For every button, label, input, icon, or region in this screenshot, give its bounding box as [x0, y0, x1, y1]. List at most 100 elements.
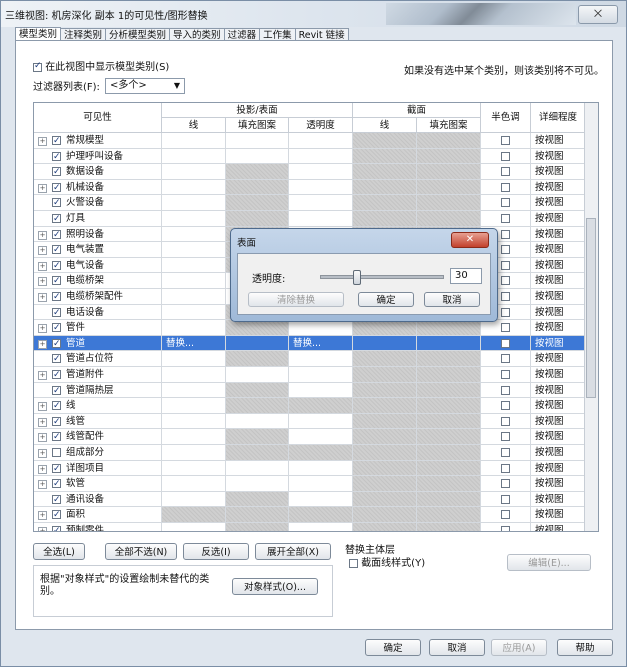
table-row[interactable]: 管道占位符 按视图 [34, 351, 586, 367]
category-checkbox[interactable] [52, 259, 61, 274]
cell-line[interactable] [162, 367, 226, 383]
cell-cutline[interactable] [353, 335, 417, 352]
cell-line[interactable] [162, 382, 226, 399]
table-row[interactable]: + 管道 替换... 替换... 按视图 [34, 335, 586, 352]
cell-cutline[interactable] [353, 476, 417, 492]
cancel-button[interactable]: 取消 [429, 639, 485, 656]
category-name-cell[interactable]: + 线管配件 [34, 429, 162, 445]
category-checkbox[interactable] [52, 212, 61, 227]
select-all-button[interactable]: 全选(L) [33, 543, 85, 560]
cell-cutline[interactable] [353, 507, 417, 523]
cell-trans[interactable] [289, 164, 353, 180]
detail-level-cell[interactable]: 按视图 [531, 445, 586, 461]
scrollbar-thumb[interactable] [586, 218, 596, 398]
cell-cutfill[interactable] [417, 429, 481, 445]
halftone-checkbox[interactable] [501, 167, 510, 177]
cell-trans[interactable] [289, 491, 353, 508]
category-name-cell[interactable]: + 电气设备 [34, 257, 162, 274]
cell-trans[interactable] [289, 398, 353, 414]
halftone-checkbox[interactable] [501, 323, 510, 333]
category-name-cell[interactable]: + 面积 [34, 507, 162, 523]
ok-button[interactable]: 确定 [365, 639, 421, 656]
dialog-ok-button[interactable]: 确定 [358, 292, 414, 307]
cell-line[interactable] [162, 195, 226, 211]
cell-trans[interactable] [289, 179, 353, 196]
halftone-checkbox[interactable] [501, 182, 510, 192]
table-row[interactable]: + 管件 按视图 [34, 320, 586, 336]
expand-icon[interactable]: + [38, 230, 47, 240]
cell-line[interactable] [162, 211, 226, 227]
filter-select[interactable]: <多个> ▼ [105, 78, 185, 94]
table-row[interactable]: + 组成部分 按视图 [34, 445, 586, 461]
category-checkbox[interactable] [52, 508, 61, 523]
cell-cutline[interactable] [353, 367, 417, 383]
cell-fill[interactable] [226, 335, 289, 352]
category-name-cell[interactable]: + 管件 [34, 320, 162, 336]
category-checkbox[interactable] [52, 228, 61, 243]
transparency-slider-thumb[interactable] [352, 270, 361, 285]
table-row[interactable]: + 面积 按视图 [34, 507, 586, 523]
cell-fill[interactable] [226, 148, 289, 165]
detail-level-cell[interactable]: 按视图 [531, 491, 586, 508]
detail-level-cell[interactable]: 按视图 [531, 429, 586, 445]
cell-half[interactable] [481, 445, 531, 461]
cell-fill[interactable] [226, 429, 289, 445]
cell-line[interactable] [162, 257, 226, 274]
cell-half[interactable] [481, 491, 531, 508]
expand-all-button[interactable]: 展开全部(X) [255, 543, 331, 560]
cell-line[interactable] [162, 523, 226, 531]
show-categories-option[interactable]: 在此视图中显示模型类别(S) [33, 58, 169, 73]
category-name-cell[interactable]: + 线管 [34, 413, 162, 430]
cell-trans[interactable] [289, 148, 353, 165]
detail-level-cell[interactable]: 按视图 [531, 367, 586, 383]
detail-level-cell[interactable]: 按视图 [531, 460, 586, 477]
close-icon[interactable]: ✕ [451, 232, 489, 248]
detail-level-cell[interactable]: 按视图 [531, 335, 586, 352]
halftone-checkbox[interactable] [501, 401, 510, 411]
category-checkbox[interactable] [52, 477, 61, 492]
cell-line[interactable] [162, 491, 226, 508]
clear-override-button[interactable]: 清除替换 [248, 292, 344, 307]
cell-line[interactable] [162, 320, 226, 336]
table-row[interactable]: + 线管 按视图 [34, 413, 586, 430]
cell-fill[interactable] [226, 523, 289, 531]
cell-half[interactable] [481, 367, 531, 383]
category-name-cell[interactable]: 电话设备 [34, 304, 162, 321]
cell-half[interactable] [481, 523, 531, 531]
cell-line[interactable] [162, 226, 226, 243]
cell-fill[interactable] [226, 507, 289, 523]
cell-cutline[interactable] [353, 460, 417, 477]
table-row[interactable]: 火警设备 按视图 [34, 195, 586, 211]
table-row[interactable]: 灯具 按视图 [34, 211, 586, 227]
cell-line[interactable] [162, 460, 226, 477]
table-scrollbar[interactable] [584, 103, 598, 531]
invert-selection-button[interactable]: 反选(I) [183, 543, 249, 560]
expand-icon[interactable]: + [38, 527, 47, 531]
detail-level-cell[interactable]: 按视图 [531, 179, 586, 196]
detail-level-cell[interactable]: 按视图 [531, 211, 586, 227]
halftone-checkbox[interactable] [501, 463, 510, 473]
halftone-checkbox[interactable] [501, 432, 510, 442]
dialog-cancel-button[interactable]: 取消 [424, 292, 480, 307]
cell-cutfill[interactable] [417, 195, 481, 211]
halftone-checkbox[interactable] [501, 260, 510, 270]
halftone-checkbox[interactable] [501, 416, 510, 426]
cell-cutline[interactable] [353, 164, 417, 180]
halftone-checkbox[interactable] [501, 198, 510, 208]
cell-cutfill[interactable] [417, 382, 481, 399]
cut-line-styles-checkbox[interactable] [349, 558, 358, 568]
cell-trans[interactable] [289, 133, 353, 149]
category-name-cell[interactable]: 通讯设备 [34, 491, 162, 508]
category-name-cell[interactable]: 火警设备 [34, 195, 162, 211]
detail-level-cell[interactable]: 按视图 [531, 382, 586, 399]
halftone-checkbox[interactable] [501, 229, 510, 239]
cell-half[interactable] [481, 335, 531, 352]
expand-icon[interactable]: + [38, 371, 47, 380]
table-row[interactable]: + 详图项目 按视图 [34, 460, 586, 477]
cell-trans[interactable] [289, 507, 353, 523]
detail-level-cell[interactable]: 按视图 [531, 133, 586, 149]
cell-line[interactable] [162, 133, 226, 149]
category-name-cell[interactable]: 灯具 [34, 211, 162, 227]
category-checkbox[interactable] [52, 243, 61, 258]
cell-trans[interactable] [289, 523, 353, 531]
